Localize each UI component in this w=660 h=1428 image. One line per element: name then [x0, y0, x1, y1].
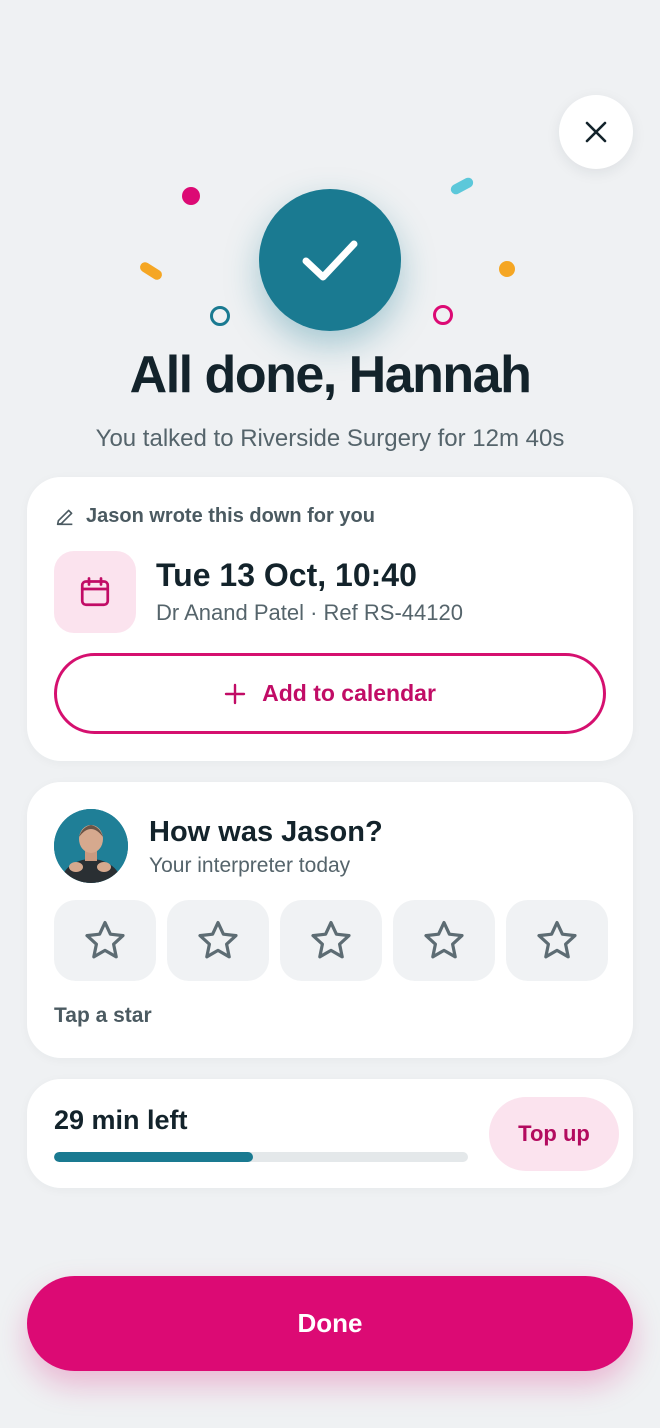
- confetti-dash-orange: [138, 260, 164, 282]
- star-3-button[interactable]: [280, 900, 382, 981]
- pencil-icon: [56, 509, 73, 525]
- confetti-dot-pink: [182, 187, 200, 205]
- page-title: All done, Hannah: [129, 346, 532, 404]
- confetti-ring-pink: [433, 305, 453, 325]
- check-icon: [302, 240, 358, 281]
- done-button[interactable]: Done: [27, 1276, 633, 1371]
- close-button[interactable]: [559, 95, 633, 169]
- rating-hint: Tap a star: [54, 1004, 152, 1027]
- call-summary: You talked to Riverside Surgery for 12m …: [95, 425, 565, 452]
- star-icon: [198, 920, 238, 958]
- appointment-card: Jason wrote this down for you Tue 13 Oct…: [27, 477, 633, 761]
- interpreter-avatar: [54, 809, 128, 883]
- rating-card: How was Jason? Your interpreter today Ta…: [27, 782, 633, 1058]
- appointment-details: Dr Anand Patel · Ref RS-44120: [156, 600, 463, 625]
- close-icon: [585, 121, 607, 143]
- minutes-progress: [54, 1152, 468, 1162]
- appointment-date: Tue 13 Oct, 10:40: [156, 557, 417, 593]
- star-1-button[interactable]: [54, 900, 156, 981]
- star-2-button[interactable]: [167, 900, 269, 981]
- interpreter-note: Jason wrote this down for you: [54, 505, 375, 528]
- rating-subtitle: Your interpreter today: [149, 854, 351, 877]
- minutes-left: 29 min left: [54, 1105, 188, 1135]
- add-to-calendar-button[interactable]: Add to calendar: [54, 653, 606, 734]
- calendar-tile: [54, 551, 136, 633]
- top-up-button[interactable]: Top up: [489, 1097, 619, 1171]
- minutes-progress-fill: [54, 1152, 253, 1162]
- success-badge: [259, 189, 401, 331]
- add-to-calendar-label: Add to calendar: [262, 680, 436, 706]
- star-5-button[interactable]: [506, 900, 608, 981]
- star-icon: [537, 920, 577, 958]
- calendar-icon: [80, 577, 110, 607]
- confetti-dot-orange: [499, 261, 515, 277]
- plus-icon: [224, 683, 246, 704]
- confetti-dash-cyan: [449, 175, 475, 197]
- star-icon: [424, 920, 464, 958]
- note-label: Jason wrote this down for you: [86, 505, 375, 527]
- star-icon: [311, 920, 351, 958]
- star-icon: [85, 920, 125, 958]
- confetti-ring-teal: [210, 306, 230, 326]
- star-4-button[interactable]: [393, 900, 495, 981]
- star-rating: [54, 900, 608, 981]
- minutes-card: 29 min left Top up: [27, 1079, 633, 1188]
- rating-question: How was Jason?: [149, 816, 383, 848]
